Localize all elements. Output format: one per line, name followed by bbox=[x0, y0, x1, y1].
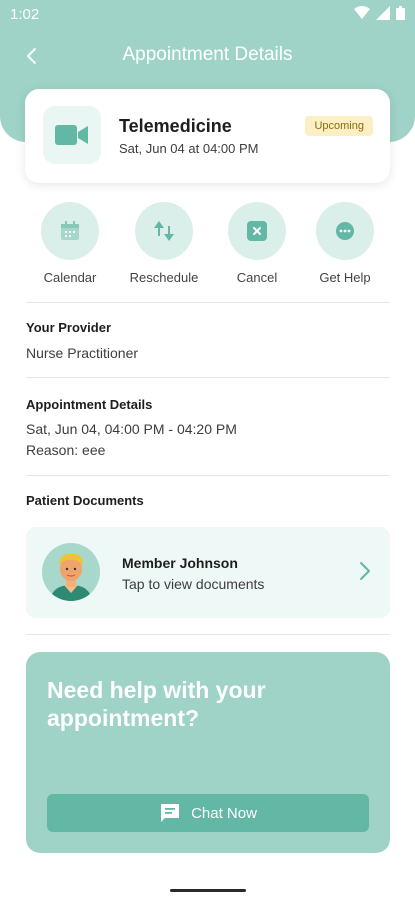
member-documents-card[interactable]: Member Johnson Tap to view documents bbox=[26, 527, 390, 618]
cancel-action-circle bbox=[228, 202, 286, 260]
get-help-label: Get Help bbox=[319, 270, 371, 285]
action-row: Calendar Reschedule Cancel Get Help bbox=[25, 202, 390, 288]
cancel-action[interactable]: Cancel bbox=[209, 202, 305, 285]
reschedule-label: Reschedule bbox=[129, 270, 199, 285]
documents-title: Patient Documents bbox=[26, 493, 144, 508]
get-help-action[interactable]: Get Help bbox=[297, 202, 393, 285]
get-help-action-circle bbox=[316, 202, 374, 260]
appointment-datetime: Sat, Jun 04 at 04:00 PM bbox=[119, 141, 259, 156]
member-name: Member Johnson bbox=[122, 555, 238, 571]
help-card: Need help with your appointment? Chat No… bbox=[26, 652, 390, 853]
help-title: Need help with your appointment? bbox=[47, 677, 266, 731]
calendar-icon bbox=[61, 221, 79, 240]
wifi-icon bbox=[354, 6, 370, 19]
divider bbox=[26, 634, 390, 635]
chat-bubble-icon bbox=[336, 222, 354, 240]
details-time: Sat, Jun 04, 04:00 PM - 04:20 PM bbox=[26, 421, 237, 437]
member-subtitle: Tap to view documents bbox=[122, 576, 265, 592]
status-time: 1:02 bbox=[10, 6, 40, 23]
status-icons bbox=[354, 6, 405, 20]
appointment-card: Telemedicine Sat, Jun 04 at 04:00 PM Upc… bbox=[25, 89, 390, 183]
status-bar: 1:02 bbox=[0, 0, 415, 28]
chat-now-button[interactable]: Chat Now bbox=[47, 794, 369, 832]
divider bbox=[26, 302, 390, 303]
avatar-illustration bbox=[50, 553, 92, 601]
avatar bbox=[42, 543, 100, 601]
page-title: Appointment Details bbox=[122, 44, 293, 65]
home-indicator[interactable] bbox=[170, 889, 246, 892]
video-icon-box bbox=[43, 106, 101, 164]
signal-icon bbox=[376, 6, 390, 20]
divider bbox=[26, 475, 390, 476]
status-badge: Upcoming bbox=[305, 116, 373, 136]
chat-now-label: Chat Now bbox=[191, 804, 257, 822]
appointment-type: Telemedicine bbox=[119, 116, 232, 136]
reschedule-action[interactable]: Reschedule bbox=[116, 202, 212, 285]
divider bbox=[26, 377, 390, 378]
cancel-icon bbox=[247, 221, 267, 241]
provider-title: Your Provider bbox=[26, 320, 112, 335]
calendar-action[interactable]: Calendar bbox=[22, 202, 118, 285]
battery-icon bbox=[396, 6, 405, 20]
video-camera-icon bbox=[55, 125, 88, 145]
calendar-action-circle bbox=[41, 202, 99, 260]
details-reason: Reason: eee bbox=[26, 442, 106, 458]
provider-value: Nurse Practitioner bbox=[26, 345, 139, 361]
top-app-bar: Appointment Details bbox=[0, 36, 415, 76]
calendar-label: Calendar bbox=[43, 270, 97, 285]
cancel-label: Cancel bbox=[236, 270, 278, 285]
reschedule-icon bbox=[154, 221, 174, 241]
reschedule-action-circle bbox=[135, 202, 193, 260]
chevron-right-icon bbox=[358, 561, 372, 586]
details-title: Appointment Details bbox=[26, 397, 153, 412]
message-icon bbox=[161, 804, 180, 822]
